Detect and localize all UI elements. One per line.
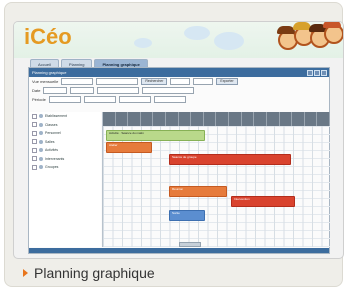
staff-select[interactable] [153,96,186,103]
type-select[interactable] [97,87,140,94]
filter-row-3: Période [29,95,329,104]
horizontal-scrollbar[interactable] [179,242,201,247]
period-field[interactable] [48,96,81,103]
planning-bar[interactable]: Atelier [106,142,152,153]
kids-illustration [276,22,343,60]
planning-bar[interactable]: Réunion [169,186,227,197]
activity-select[interactable] [83,96,116,103]
tree-item[interactable]: Etablissement [29,112,101,121]
caption-text: Planning graphique [34,265,155,281]
view-select[interactable] [61,78,94,85]
filter-label-date: Date [32,88,41,93]
screenshot-frame: iCéo Accueil Planning Planning graphique… [4,2,344,287]
window-titlebar: Planning graphique [29,68,329,77]
planning-bar[interactable]: Intervention [231,196,295,207]
tree-item[interactable]: Intervenants [29,155,101,164]
grid-cells: Activité · Séance du matin Atelier Séanc… [103,126,330,247]
search-button[interactable]: Rechercher [141,78,168,85]
period-select[interactable] [96,78,139,85]
grid-header [103,112,330,126]
tree-item[interactable]: Classes [29,121,101,130]
planning-grid: Activité · Séance du matin Atelier Séanc… [102,112,330,247]
filter-row-1: Vue mensuelle Rechercher Exporter [29,77,329,86]
app-logo: iCéo [24,24,72,49]
filter-label-period: Période [32,97,46,102]
from-field[interactable] [170,78,191,85]
filter-row-2: Date [29,86,329,95]
status-bar [29,248,329,253]
date-field[interactable] [43,87,68,94]
planning-bar[interactable]: Activité · Séance du matin [106,130,205,141]
planning-bar[interactable]: Séance de groupe [169,154,291,165]
to-field[interactable] [193,78,214,85]
minimize-icon[interactable] [307,70,313,76]
close-icon[interactable] [321,70,327,76]
window-title: Planning graphique [32,70,67,75]
group-select[interactable] [142,87,195,94]
planning-window: Planning graphique Vue mensuelle Recherc… [28,67,330,254]
caption: Planning graphique [23,265,155,281]
room-select[interactable] [118,96,151,103]
app-banner: iCéo [14,22,343,58]
export-button[interactable]: Exporter [216,78,238,85]
tree-item[interactable]: Activités [29,146,101,155]
tree-item[interactable]: Salles [29,138,101,147]
caption-arrow-icon [23,269,28,277]
tree-item[interactable]: Groupes [29,163,101,172]
resource-tree: Etablissement Classes Personnel Salles A… [29,112,101,247]
planning-bar[interactable]: Sortie [169,210,205,221]
filter-label-view: Vue mensuelle [32,79,59,84]
maximize-icon[interactable] [314,70,320,76]
tree-item[interactable]: Personnel [29,129,101,138]
date-field-2[interactable] [70,87,95,94]
app-card: iCéo Accueil Planning Planning graphique… [13,21,344,259]
